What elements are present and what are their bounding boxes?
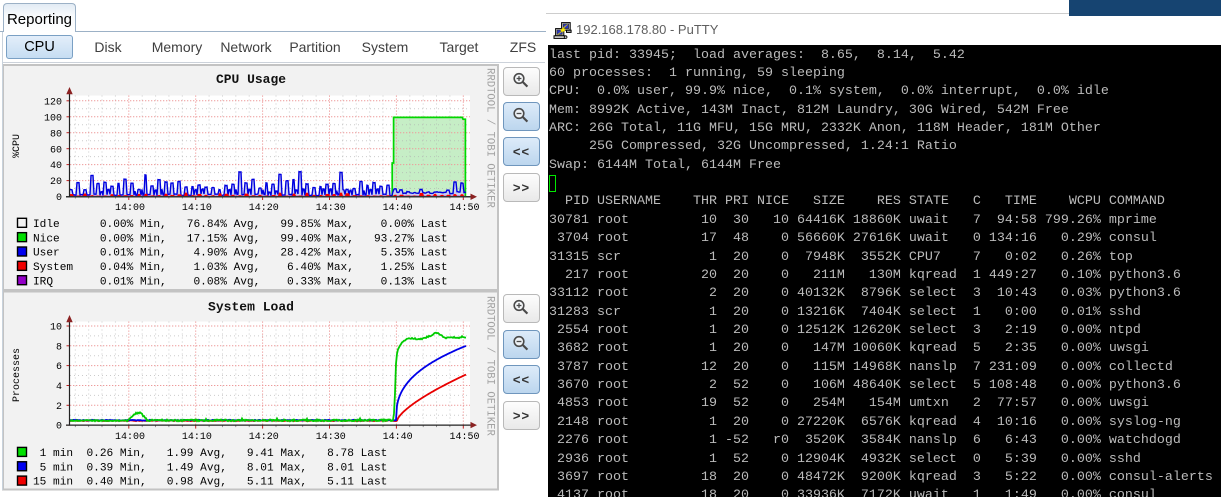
svg-text:Processes: Processes [12, 348, 23, 402]
svg-text:1 min 0.26 Min, 1.99 Avg,: 1 min 0.26 Min, 1.99 Avg, 9.41 Max, 8.78… [33, 448, 387, 460]
svg-text:14:40: 14:40 [383, 432, 413, 443]
svg-text:15 min 0.40 Min, 0.98 Avg,: 15 min 0.40 Min, 0.98 Avg, 5.11 Max, 5.1… [33, 477, 387, 489]
svg-text:8: 8 [56, 342, 62, 353]
svg-text:0: 0 [56, 422, 62, 433]
svg-text:14:10: 14:10 [182, 432, 212, 443]
svg-text:14:50: 14:50 [449, 432, 479, 443]
svg-text:6: 6 [56, 362, 62, 373]
svg-text:2: 2 [56, 402, 62, 413]
svg-text:14:20: 14:20 [249, 432, 279, 443]
svg-text:4: 4 [56, 382, 62, 393]
svg-text:System Load: System Load [208, 300, 294, 315]
svg-text:RRDTOOL / TOBI OETIKER: RRDTOOL / TOBI OETIKER [484, 296, 496, 437]
svg-text:10: 10 [50, 323, 62, 334]
svg-text:5 min 0.39 Min, 1.49 Avg,: 5 min 0.39 Min, 1.49 Avg, 8.01 Max, 8.01… [33, 462, 387, 474]
svg-text:14:00: 14:00 [115, 432, 145, 443]
svg-text:14:30: 14:30 [316, 432, 346, 443]
